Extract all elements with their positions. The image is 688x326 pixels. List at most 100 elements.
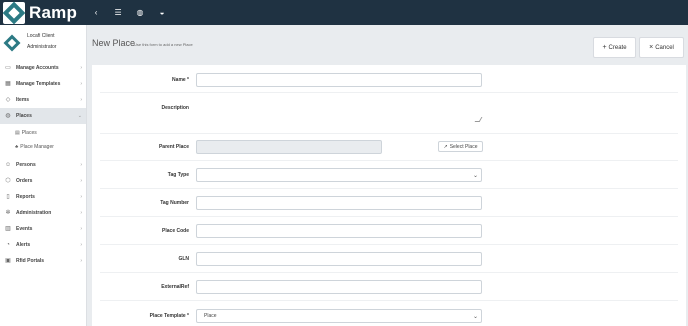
document-icon: ▯ [6,194,10,200]
chevron-down-icon: ⌄ [77,113,82,119]
sidebar-subitem-label: Places [21,130,37,136]
chevron-right-icon: › [80,97,82,103]
chevron-right-icon: › [80,258,82,264]
place-template-select[interactable]: Place ⌄ [196,309,482,323]
page-header: New Place Use this form to add a new Pla… [88,25,688,65]
gln-input[interactable] [196,252,482,266]
row-divider [100,300,678,301]
place-code-input[interactable] [196,224,482,238]
sidebar-item-label: Reports [16,194,35,200]
top-navbar: Ramp ‹ ☰ ◍ ◒ [0,0,688,25]
parent-place-input [196,140,382,154]
sidebar-item-administration[interactable]: ✲ Administration › [0,205,86,221]
box-icon: ⬡ [5,178,11,184]
sidebar-item-label: Administration [16,210,52,216]
sidebar-item-reports[interactable]: ▯ Reports › [0,189,86,205]
sidebar-item-label: Manage Accounts [16,65,59,71]
cancel-button[interactable]: × Cancel [639,37,684,58]
page-title: New Place [92,38,136,48]
sidebar-item-rfid-portals[interactable]: ▣ Rfid Portals › [0,253,86,269]
external-ref-label: ExternalRef [161,284,189,290]
chevron-right-icon: › [80,178,82,184]
row-divider [100,160,678,161]
dashboard-icon[interactable]: ◒ [157,8,167,18]
chevron-right-icon: › [80,162,82,168]
person-icon: ☺ [5,162,12,168]
external-ref-input[interactable] [196,280,482,294]
sidebar-item-label: Items [16,97,30,103]
chevron-left-icon[interactable]: ‹ [91,8,101,18]
sidebar-item-label: Places [16,113,32,119]
sidebar: Locafi Client Administrator ▭ Manage Acc… [0,25,87,326]
sitemap-icon: ♣ [15,144,19,150]
sidebar-item-label: Rfid Portals [16,258,45,264]
menu-icon[interactable]: ☰ [113,8,123,18]
app-logo[interactable]: Ramp [0,0,77,25]
parent-place-label: Parent Place [158,144,189,150]
row-divider [100,244,678,245]
chart-icon: ▥ [5,226,11,232]
chevron-right-icon: › [80,65,82,71]
ramp-logo-icon [2,1,26,24]
name-input[interactable] [196,73,482,87]
create-button[interactable]: + Create [593,37,636,58]
sidebar-item-label: Persons [16,162,36,168]
sidebar-item-manage-templates[interactable]: ▦ Manage Templates › [0,76,86,92]
row-divider [100,92,678,93]
briefcase-icon: ▭ [5,65,11,71]
chevron-right-icon: › [80,242,82,248]
row-divider [100,272,678,273]
page-subtitle: Use this form to add a new Place [134,42,193,47]
places-subnav: ▤ Places ♣ Place Manager [0,124,86,157]
sidebar-item-orders[interactable]: ⬡ Orders › [0,173,86,189]
user-panel: Locafi Client Administrator [0,25,86,57]
portal-icon: ▣ [5,258,11,264]
sidebar-nav: ▭ Manage Accounts › ▦ Manage Templates ›… [0,60,86,269]
chevron-right-icon: › [80,210,82,216]
sidebar-item-events[interactable]: ▥ Events › [0,221,86,237]
sidebar-item-alerts[interactable]: ◔ Alerts › [0,237,86,253]
place-template-label: Place Template * [149,313,189,319]
list-icon: ▤ [15,130,20,136]
sidebar-item-manage-accounts[interactable]: ▭ Manage Accounts › [0,60,86,76]
sidebar-subitem-place-manager[interactable]: ♣ Place Manager [0,140,86,154]
chevron-down-icon: ⌄ [472,314,478,320]
sidebar-item-label: Events [16,226,33,232]
create-button-label: Create [608,44,627,51]
bell-icon: ◔ [6,242,10,248]
user-role: Administrator [27,44,57,50]
row-divider [100,188,678,189]
sidebar-item-persons[interactable]: ☺ Persons › [0,157,86,173]
close-icon: × [649,44,654,51]
row-divider [100,133,678,134]
globe-icon: ◍ [5,113,11,119]
chevron-right-icon: › [80,194,82,200]
app-name: Ramp [29,2,78,22]
row-divider [100,216,678,217]
gln-label: GLN [178,256,189,262]
tag-number-label: Tag Number [160,200,189,206]
sidebar-item-label: Orders [16,178,33,184]
description-textarea[interactable] [196,103,482,123]
tag-type-label: Tag Type [167,172,189,178]
sidebar-subitem-label: Place Manager [20,144,54,150]
chevron-right-icon: › [80,226,82,232]
sidebar-item-places[interactable]: ◍ Places ⌄ [0,108,86,124]
tag-number-input[interactable] [196,196,482,210]
sidebar-subitem-places[interactable]: ▤ Places [0,126,86,140]
template-icon: ▦ [5,81,11,87]
plus-icon: + [602,44,607,51]
tag-type-select[interactable]: ⌄ [196,168,482,182]
chevron-right-icon: › [80,81,82,87]
place-code-label: Place Code [162,228,189,234]
description-label: Description [161,105,189,111]
sidebar-item-items[interactable]: ◇ Items › [0,92,86,108]
select-place-button[interactable]: ↗ Select Place [438,141,483,152]
cancel-button-label: Cancel [655,44,674,51]
sidebar-item-label: Alerts [16,242,31,248]
globe-icon[interactable]: ◍ [135,8,145,18]
place-template-value: Place [204,313,217,319]
new-place-form: Name * Description Parent Place ↗ Select… [92,65,686,326]
user-name: Locafi Client [27,33,55,39]
main-content: New Place Use this form to add a new Pla… [88,25,688,326]
